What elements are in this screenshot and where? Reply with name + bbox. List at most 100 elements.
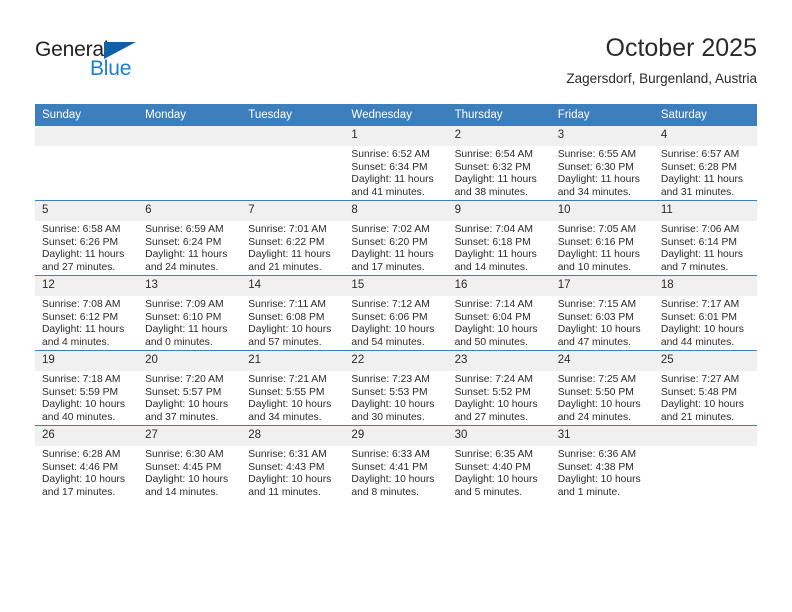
daylight-text-line2: and 57 minutes. [248, 336, 322, 348]
daylight-text-line1: Daylight: 10 hours [42, 474, 125, 486]
day-details: Sunrise: 7:24 AM Sunset: 5:52 PM Daylight:… [448, 371, 551, 424]
daylight-text-line1: Daylight: 11 hours [42, 249, 125, 261]
daylight-text-line1: Daylight: 10 hours [660, 324, 744, 336]
calendar-day-cell[interactable]: 10 Sunrise: 7:05 AM Sunset: 6:16 PM Dayligh… [550, 200, 654, 276]
calendar-day-cell[interactable]: 20 Sunrise: 7:20 AM Sunset: 5:57 PM Dayligh… [138, 350, 242, 426]
calendar-day-cell[interactable]: 6 Sunrise: 6:59 AM Sunset: 6:24 PM Daylight… [138, 200, 242, 276]
daylight-text-line2: and 1 minute. [557, 486, 621, 498]
calendar-day-cell[interactable]: 8 Sunrise: 7:02 AM Sunset: 6:20 PM Daylight… [344, 200, 448, 276]
sunset-text: Sunset: 6:22 PM [248, 236, 325, 248]
calendar-day-cell[interactable]: 29 Sunrise: 6:33 AM Sunset: 4:41 PM Dayligh… [344, 425, 448, 500]
sunset-text: Sunset: 6:06 PM [351, 311, 428, 323]
day-details: Sunrise: 7:01 AM Sunset: 6:22 PM Daylight:… [241, 221, 344, 274]
day-number: 20 [138, 351, 242, 371]
weekday-header-sunday: Sunday [35, 104, 139, 126]
sunrise-text: Sunrise: 6:36 AM [557, 449, 637, 460]
calendar-day-cell[interactable]: 9 Sunrise: 7:04 AM Sunset: 6:18 PM Daylight… [447, 200, 551, 276]
calendar-day-cell[interactable]: 16 Sunrise: 7:14 AM Sunset: 6:04 PM Dayligh… [447, 275, 551, 351]
calendar-day-cell[interactable]: 28 Sunrise: 6:31 AM Sunset: 4:43 PM Dayligh… [241, 425, 345, 500]
calendar-day-cell[interactable]: 25 Sunrise: 7:27 AM Sunset: 5:48 PM Dayligh… [653, 350, 757, 426]
calendar-day-cell[interactable]: 23 Sunrise: 7:24 AM Sunset: 5:52 PM Dayligh… [447, 350, 551, 426]
sunset-text: Sunset: 4:41 PM [351, 461, 428, 473]
daylight-text-line2: and 41 minutes. [351, 186, 425, 198]
calendar-day-cell[interactable]: 31 Sunrise: 6:36 AM Sunset: 4:38 PM Dayligh… [550, 425, 654, 500]
day-number [241, 126, 345, 146]
sunrise-text: Sunrise: 7:25 AM [557, 374, 637, 385]
daylight-text-line2: and 47 minutes. [557, 336, 631, 348]
calendar-day-cell[interactable]: 15 Sunrise: 7:12 AM Sunset: 6:06 PM Dayligh… [344, 275, 448, 351]
daylight-text-line2: and 8 minutes. [351, 486, 419, 498]
day-number: 26 [35, 426, 139, 446]
calendar-day-cell[interactable]: 22 Sunrise: 7:23 AM Sunset: 5:53 PM Dayligh… [344, 350, 448, 426]
day-number: 27 [138, 426, 242, 446]
sunset-text: Sunset: 6:12 PM [42, 311, 119, 323]
calendar-week-row: 1 Sunrise: 6:52 AM Sunset: 6:34 PM Daylight… [35, 125, 757, 201]
daylight-text-line1: Daylight: 10 hours [42, 399, 125, 411]
day-details: Sunrise: 7:21 AM Sunset: 5:55 PM Daylight:… [241, 371, 344, 424]
daylight-text-line2: and 50 minutes. [454, 336, 528, 348]
day-number: 9 [447, 201, 551, 221]
day-details: Sunrise: 6:54 AM Sunset: 6:32 PM Daylight:… [448, 146, 551, 199]
sunrise-text: Sunrise: 7:15 AM [557, 299, 637, 310]
calendar-day-cell[interactable]: 13 Sunrise: 7:09 AM Sunset: 6:10 PM Dayligh… [138, 275, 242, 351]
calendar-day-cell[interactable]: 17 Sunrise: 7:15 AM Sunset: 6:03 PM Dayligh… [550, 275, 654, 351]
weekday-header-saturday: Saturday [653, 104, 757, 126]
calendar-day-cell[interactable]: 18 Sunrise: 7:17 AM Sunset: 6:01 PM Dayligh… [653, 275, 757, 351]
day-details: Sunrise: 6:55 AM Sunset: 6:30 PM Daylight:… [551, 146, 654, 199]
calendar-day-cell[interactable]: 3 Sunrise: 6:55 AM Sunset: 6:30 PM Daylight… [550, 125, 654, 201]
calendar-day-cell[interactable]: 27 Sunrise: 6:30 AM Sunset: 4:45 PM Dayligh… [138, 425, 242, 500]
calendar-day-cell[interactable]: 30 Sunrise: 6:35 AM Sunset: 4:40 PM Dayligh… [447, 425, 551, 500]
sunset-text: Sunset: 6:16 PM [557, 236, 634, 248]
sunset-text: Sunset: 5:53 PM [351, 386, 428, 398]
sunrise-text: Sunrise: 7:02 AM [351, 224, 430, 235]
day-number: 6 [138, 201, 242, 221]
general-blue-logo: General Blue [35, 38, 165, 84]
day-number: 22 [344, 351, 448, 371]
page-header: General Blue October 2025 Zagersdorf, Bu… [0, 0, 792, 104]
calendar-day-cell[interactable]: 5 Sunrise: 6:58 AM Sunset: 6:26 PM Daylight… [35, 200, 139, 276]
day-details: Sunrise: 7:06 AM Sunset: 6:14 PM Daylight:… [654, 221, 757, 274]
calendar-day-cell[interactable]: 11 Sunrise: 7:06 AM Sunset: 6:14 PM Dayligh… [653, 200, 757, 276]
daylight-text-line2: and 27 minutes. [454, 411, 528, 423]
day-details: Sunrise: 7:08 AM Sunset: 6:12 PM Daylight:… [35, 296, 138, 349]
daylight-text-line2: and 17 minutes. [42, 486, 116, 498]
calendar-day-cell[interactable]: 1 Sunrise: 6:52 AM Sunset: 6:34 PM Daylight… [344, 125, 448, 201]
daylight-text-line2: and 4 minutes. [42, 336, 110, 348]
daylight-text-line1: Daylight: 10 hours [454, 474, 538, 486]
calendar-day-cell[interactable]: 21 Sunrise: 7:21 AM Sunset: 5:55 PM Dayligh… [241, 350, 345, 426]
daylight-text-line2: and 37 minutes. [145, 411, 219, 423]
daylight-text-line1: Daylight: 10 hours [660, 399, 744, 411]
calendar-day-cell[interactable]: 7 Sunrise: 7:01 AM Sunset: 6:22 PM Daylight… [241, 200, 345, 276]
sunset-text: Sunset: 6:10 PM [145, 311, 222, 323]
daylight-text-line2: and 10 minutes. [557, 261, 631, 273]
sunset-text: Sunset: 4:43 PM [248, 461, 325, 473]
calendar-day-cell[interactable]: 24 Sunrise: 7:25 AM Sunset: 5:50 PM Dayligh… [550, 350, 654, 426]
sunrise-text: Sunrise: 7:06 AM [660, 224, 740, 235]
day-number: 11 [653, 201, 757, 221]
calendar-day-cell[interactable]: 26 Sunrise: 6:28 AM Sunset: 4:46 PM Dayligh… [35, 425, 139, 500]
daylight-text-line2: and 21 minutes. [248, 261, 322, 273]
calendar-day-cell[interactable]: 12 Sunrise: 7:08 AM Sunset: 6:12 PM Dayligh… [35, 275, 139, 351]
sunrise-text: Sunrise: 6:58 AM [42, 224, 121, 235]
sunrise-text: Sunrise: 7:08 AM [42, 299, 121, 310]
calendar-day-cell[interactable]: 19 Sunrise: 7:18 AM Sunset: 5:59 PM Dayligh… [35, 350, 139, 426]
day-details: Sunrise: 7:05 AM Sunset: 6:16 PM Daylight:… [551, 221, 654, 274]
sunrise-text: Sunrise: 6:35 AM [454, 449, 533, 460]
day-number: 12 [35, 276, 139, 296]
calendar-body: 1 Sunrise: 6:52 AM Sunset: 6:34 PM Daylight… [35, 125, 757, 500]
daylight-text-line1: Daylight: 11 hours [557, 249, 640, 261]
day-number [138, 126, 242, 146]
day-number: 3 [550, 126, 654, 146]
sunrise-text: Sunrise: 7:23 AM [351, 374, 430, 385]
calendar-day-cell[interactable]: 14 Sunrise: 7:11 AM Sunset: 6:08 PM Dayligh… [241, 275, 345, 351]
day-details: Sunrise: 6:58 AM Sunset: 6:26 PM Daylight:… [35, 221, 138, 274]
calendar-day-cell[interactable]: 4 Sunrise: 6:57 AM Sunset: 6:28 PM Daylight… [653, 125, 757, 201]
daylight-text-line1: Daylight: 10 hours [351, 474, 435, 486]
daylight-text-line1: Daylight: 11 hours [145, 249, 228, 261]
sunset-text: Sunset: 5:59 PM [42, 386, 119, 398]
calendar-day-cell[interactable]: 2 Sunrise: 6:54 AM Sunset: 6:32 PM Daylight… [447, 125, 551, 201]
sunset-text: Sunset: 5:50 PM [557, 386, 634, 398]
calendar-week-row: 26 Sunrise: 6:28 AM Sunset: 4:46 PM Dayligh… [35, 425, 757, 500]
sunrise-text: Sunrise: 6:57 AM [660, 149, 740, 160]
day-number: 25 [653, 351, 757, 371]
